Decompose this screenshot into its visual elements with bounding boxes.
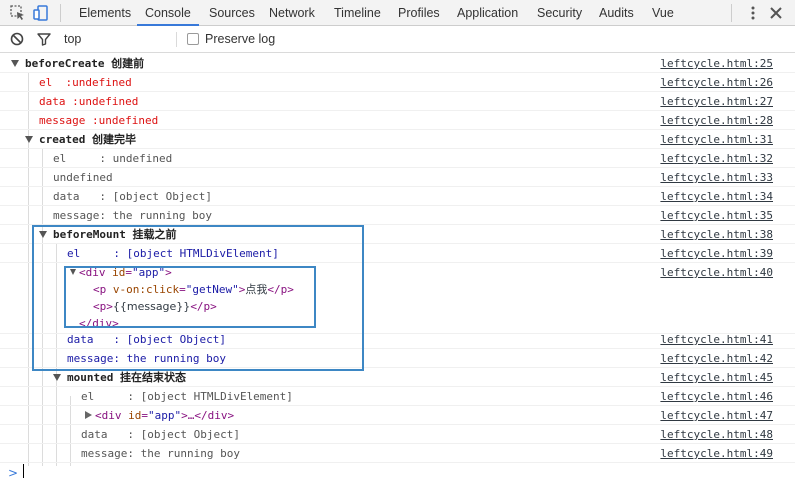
group-label: beforeCreate [25, 57, 105, 70]
html-value: "app" [148, 409, 182, 422]
html-attr: id [128, 409, 142, 422]
group-label-cn: 挂在结束状态 [119, 371, 186, 384]
console-prompt-icon: > [8, 466, 19, 480]
group-label-cn: 创建前 [111, 57, 145, 70]
source-link[interactable]: leftcycle.html:46 [660, 387, 773, 406]
log-entry: el :undefined leftcycle.html:26 [0, 73, 795, 92]
tab-elements[interactable]: Elements [79, 0, 131, 26]
log-entry: data : [object Object] leftcycle.html:34 [0, 187, 795, 206]
log-entry: message: the running boy leftcycle.html:… [0, 206, 795, 225]
highlight-box-html-template [64, 266, 316, 328]
source-link[interactable]: leftcycle.html:39 [660, 244, 773, 263]
source-link[interactable]: leftcycle.html:34 [660, 187, 773, 206]
expand-triangle-icon[interactable] [25, 136, 33, 143]
log-entry: data : [object Object] leftcycle.html:48 [0, 425, 795, 444]
tab-console[interactable]: Console [137, 0, 199, 26]
source-link[interactable]: leftcycle.html:33 [660, 168, 773, 187]
log-text: message :undefined [39, 114, 159, 127]
log-group-created[interactable]: created 创建完毕 leftcycle.html:31 [0, 130, 795, 149]
tab-vue[interactable]: Vue [652, 0, 674, 26]
inspect-element-icon[interactable] [9, 4, 27, 22]
log-text: el : undefined [53, 152, 173, 165]
html-tag: >…</div> [181, 409, 235, 422]
source-link[interactable]: leftcycle.html:42 [660, 349, 773, 368]
group-label: mounted [67, 371, 114, 384]
log-text: el : [object HTMLDivElement] [81, 390, 293, 403]
context-selector[interactable]: top [64, 26, 81, 53]
source-link[interactable]: leftcycle.html:28 [660, 111, 773, 130]
preserve-log-label: Preserve log [205, 32, 276, 46]
source-link[interactable]: leftcycle.html:48 [660, 425, 773, 444]
tab-security[interactable]: Security [537, 0, 582, 26]
tab-timeline[interactable]: Timeline [334, 0, 381, 26]
log-entry: el : undefined leftcycle.html:32 [0, 149, 795, 168]
source-link[interactable]: leftcycle.html:45 [660, 368, 773, 387]
source-link[interactable]: leftcycle.html:38 [660, 225, 773, 244]
tab-profiles[interactable]: Profiles [398, 0, 440, 26]
source-link[interactable]: leftcycle.html:27 [660, 92, 773, 111]
device-toolbar-icon[interactable] [33, 4, 51, 22]
group-label: created [39, 133, 86, 146]
log-text: message: the running boy [53, 209, 212, 222]
source-link[interactable]: leftcycle.html:25 [660, 54, 773, 73]
log-text: el :undefined [39, 76, 132, 89]
filter-icon[interactable] [37, 32, 51, 46]
toolbar-separator [60, 4, 61, 22]
tab-audits[interactable]: Audits [599, 0, 634, 26]
log-text: message: the running boy [81, 447, 240, 460]
log-entry: message :undefined leftcycle.html:28 [0, 111, 795, 130]
log-entry-html[interactable]: <div id="app">…</div> leftcycle.html:47 [0, 406, 795, 425]
log-group-before-create[interactable]: beforeCreate 创建前 leftcycle.html:25 [0, 54, 795, 73]
source-link[interactable]: leftcycle.html:47 [660, 406, 773, 425]
log-entry: data :undefined leftcycle.html:27 [0, 92, 795, 111]
toolbar-separator [176, 32, 177, 47]
expand-triangle-icon[interactable] [11, 60, 19, 67]
more-options-icon[interactable] [751, 6, 755, 20]
log-text: data :undefined [39, 95, 139, 108]
expand-triangle-icon[interactable] [53, 374, 61, 381]
log-text: data : [object Object] [53, 190, 212, 203]
log-entry: undefined leftcycle.html:33 [0, 168, 795, 187]
group-label-cn: 创建完毕 [91, 133, 136, 146]
html-tag: <div [95, 409, 129, 422]
collapsed-triangle-icon[interactable] [85, 411, 92, 419]
log-entry: message: the running boy leftcycle.html:… [0, 444, 795, 463]
close-icon[interactable] [769, 6, 783, 20]
source-link[interactable]: leftcycle.html:41 [660, 330, 773, 349]
console-toolbar: top Preserve log [0, 26, 795, 53]
log-text: undefined [53, 171, 113, 184]
preserve-log-checkbox[interactable] [187, 33, 199, 45]
devtools-tabbar: Elements Console Sources Network Timelin… [0, 0, 795, 26]
source-link[interactable]: leftcycle.html:26 [660, 73, 773, 92]
log-text: data : [object Object] [81, 428, 240, 441]
tab-network[interactable]: Network [269, 0, 315, 26]
tab-application[interactable]: Application [457, 0, 518, 26]
source-link[interactable]: leftcycle.html:35 [660, 206, 773, 225]
log-entry: el : [object HTMLDivElement] leftcycle.h… [0, 387, 795, 406]
tab-sources[interactable]: Sources [209, 0, 255, 26]
source-link[interactable]: leftcycle.html:49 [660, 444, 773, 463]
source-link[interactable]: leftcycle.html:32 [660, 149, 773, 168]
toolbar-separator [731, 4, 732, 22]
source-link[interactable]: leftcycle.html:31 [660, 130, 773, 149]
clear-console-icon[interactable] [10, 32, 24, 46]
console-input-cursor[interactable] [23, 464, 24, 478]
